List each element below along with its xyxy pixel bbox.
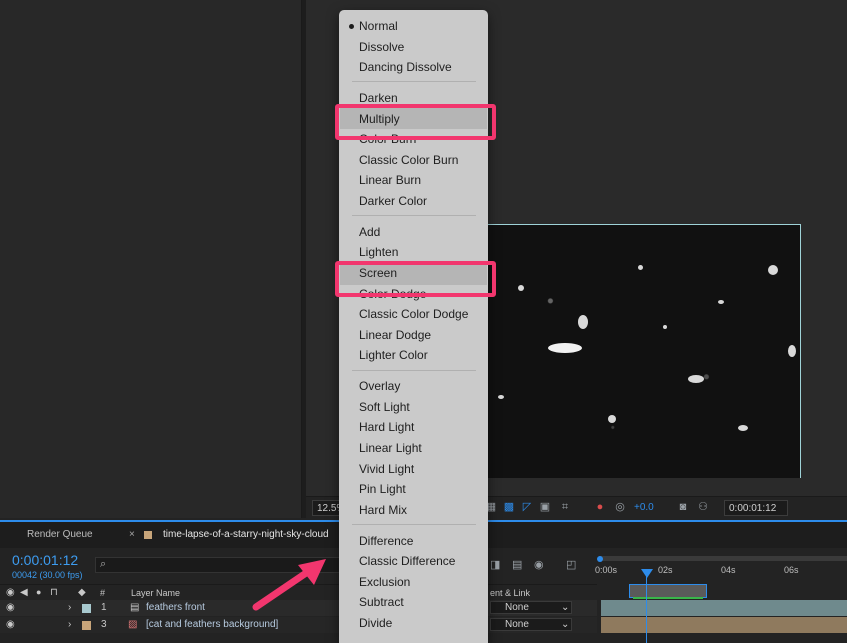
parent-value: None [505, 602, 529, 613]
tab-render-queue[interactable]: Render Queue [27, 529, 93, 540]
parent-select[interactable]: None ⌄ [490, 618, 572, 631]
parent-select[interactable]: None ⌄ [490, 601, 572, 614]
composition-canvas[interactable] [488, 224, 801, 478]
eye-icon[interactable]: ◉ [6, 587, 15, 598]
menu-separator [352, 523, 476, 525]
tab-composition[interactable]: time-lapse-of-a-starry-night-sky-cloud [163, 529, 329, 540]
menu-item-difference[interactable]: Difference [359, 534, 413, 548]
viewer-timecode[interactable]: 0:00:01:12 [724, 500, 788, 516]
menu-item-dancing-dissolve[interactable]: Dancing Dissolve [359, 60, 452, 74]
menu-item-normal[interactable]: Normal [359, 19, 398, 33]
highlight-box-multiply [335, 104, 496, 140]
menu-item-linear-light[interactable]: Linear Light [359, 441, 422, 455]
label-tag-icon[interactable]: ◆ [78, 587, 86, 598]
search-icon: ⌕ [100, 558, 107, 570]
work-area-start-handle[interactable] [597, 556, 603, 562]
menu-item-overlay[interactable]: Overlay [359, 379, 400, 393]
layer-label-swatch[interactable] [82, 621, 91, 630]
solo-icon[interactable]: ● [36, 587, 41, 597]
image-file-icon: ▨ [128, 619, 138, 630]
eye-icon[interactable]: ◉ [6, 619, 15, 630]
eye-icon[interactable]: ◉ [6, 602, 15, 613]
ruler-label: 02s [658, 565, 673, 575]
layer-name-header[interactable]: Layer Name [131, 588, 180, 598]
menu-item-classic-color-dodge[interactable]: Classic Color Dodge [359, 307, 468, 321]
menu-item-lighter-color[interactable]: Lighter Color [359, 348, 428, 362]
menu-separator [352, 81, 476, 83]
layer-number: 3 [101, 619, 107, 630]
annotation-arrow [252, 559, 326, 611]
mask-path-icon[interactable]: ◸ [520, 500, 534, 514]
menu-item-vivid-light[interactable]: Vivid Light [359, 462, 414, 476]
layer-number: 1 [101, 602, 107, 613]
work-area-bar[interactable] [599, 556, 847, 561]
menu-item-darken[interactable]: Darken [359, 91, 398, 105]
safe-margins-icon[interactable]: ⌗ [558, 500, 572, 514]
menu-item-classic-color-burn[interactable]: Classic Color Burn [359, 153, 458, 167]
menu-item-darker-color[interactable]: Darker Color [359, 194, 427, 208]
layer-name[interactable]: feathers front [146, 602, 205, 613]
frame-info: 00042 (30.00 fps) [12, 570, 83, 580]
motion-blur-icon[interactable]: ◉ [534, 558, 544, 571]
track-area [597, 584, 847, 643]
menu-item-soft-light[interactable]: Soft Light [359, 400, 410, 414]
menu-item-exclusion[interactable]: Exclusion [359, 575, 410, 589]
menu-item-subtract[interactable]: Subtract [359, 595, 404, 609]
playhead-handle[interactable] [641, 569, 653, 578]
layer-bar[interactable] [601, 617, 847, 633]
exposure-value[interactable]: +0.0 [634, 502, 654, 513]
layer-label-swatch[interactable] [82, 604, 91, 613]
frame-blending-icon[interactable]: ▤ [512, 558, 522, 571]
menu-item-classic-difference[interactable]: Classic Difference [359, 554, 455, 568]
snapshot-camera-icon[interactable]: ◙ [676, 500, 690, 514]
highlight-box-screen [335, 261, 496, 297]
transparency-grid-icon[interactable]: ▩ [502, 500, 516, 514]
menu-separator [352, 369, 476, 371]
chevron-right-icon[interactable]: › [68, 602, 71, 613]
layer-name[interactable]: [cat and feathers background] [146, 619, 278, 630]
current-time-display[interactable]: 0:00:01:12 [12, 552, 78, 568]
selected-bullet-icon [349, 24, 354, 29]
chevron-down-icon: ⌄ [561, 619, 570, 630]
layer-bar[interactable] [601, 600, 847, 616]
ruler-label: 04s [721, 565, 736, 575]
parent-value: None [505, 619, 529, 630]
lock-icon[interactable]: ⊓ [50, 587, 58, 598]
menu-item-lighten[interactable]: Lighten [359, 245, 398, 259]
menu-separator [352, 215, 476, 217]
menu-item-linear-dodge[interactable]: Linear Dodge [359, 328, 431, 342]
menu-item-add[interactable]: Add [359, 225, 380, 239]
close-tab-icon[interactable]: × [129, 529, 135, 540]
region-of-interest-icon[interactable]: ▣ [538, 500, 552, 514]
cache-indicator [633, 597, 703, 599]
chevron-down-icon: ⌄ [561, 602, 570, 613]
ruler-label: 06s [784, 565, 799, 575]
ruler-label: 0:00s [595, 565, 618, 575]
show-snapshot-icon[interactable]: ⚇ [696, 500, 710, 514]
menu-item-hard-mix[interactable]: Hard Mix [359, 503, 407, 517]
menu-item-pin-light[interactable]: Pin Light [359, 482, 406, 496]
exposure-reset-icon[interactable]: ◎ [613, 500, 627, 514]
menu-item-divide[interactable]: Divide [359, 616, 392, 630]
graph-editor-icon[interactable]: ◰ [566, 558, 576, 571]
work-area-range[interactable] [629, 584, 707, 598]
audio-icon[interactable]: ◀ [20, 587, 28, 598]
draft-3d-icon[interactable]: ◨ [490, 558, 500, 571]
layer-row[interactable]: ◉ › 3 ▨ [cat and feathers background] No… [0, 617, 600, 633]
comp-color-swatch [144, 531, 152, 539]
playhead-line[interactable] [646, 570, 647, 643]
color-channels-icon[interactable]: ● [593, 500, 607, 514]
parent-link-header: ent & Link [490, 588, 531, 598]
layer-number-header: # [100, 588, 106, 598]
project-panel [0, 0, 302, 518]
menu-item-linear-burn[interactable]: Linear Burn [359, 173, 421, 187]
chevron-right-icon[interactable]: › [68, 619, 71, 630]
text-file-icon: ▤ [130, 602, 140, 613]
menu-item-hard-light[interactable]: Hard Light [359, 420, 414, 434]
menu-item-dissolve[interactable]: Dissolve [359, 40, 404, 54]
